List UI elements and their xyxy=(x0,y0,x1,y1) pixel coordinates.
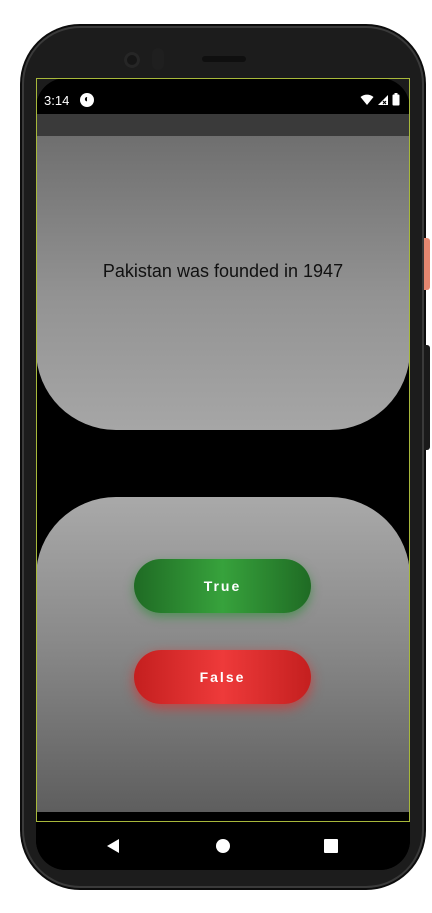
status-bar: 3:14 ◐ xyxy=(36,88,410,114)
proximity-sensor xyxy=(152,48,164,70)
battery-icon xyxy=(392,93,400,106)
question-card: Pakistan was founded in 1947 xyxy=(36,136,410,430)
answer-card: True False xyxy=(36,497,410,812)
app-notification-icon: ◐ xyxy=(80,93,94,107)
app-bar xyxy=(36,114,410,136)
status-icons xyxy=(360,93,400,106)
volume-button xyxy=(424,345,430,450)
back-icon[interactable] xyxy=(107,839,119,853)
true-button[interactable]: True xyxy=(134,559,311,613)
signal-icon xyxy=(378,94,388,105)
navigation-bar xyxy=(36,822,410,870)
wifi-icon xyxy=(360,94,374,105)
screen: 3:14 ◐ Pakistan was founded in 1947 True… xyxy=(36,78,410,870)
home-icon[interactable] xyxy=(216,839,230,853)
earpiece-speaker xyxy=(202,56,246,62)
power-button xyxy=(424,238,430,290)
status-time: 3:14 xyxy=(44,93,70,108)
front-camera xyxy=(124,52,140,68)
question-text: Pakistan was founded in 1947 xyxy=(102,261,344,281)
recents-icon[interactable] xyxy=(324,839,338,853)
false-button[interactable]: False xyxy=(134,650,311,704)
